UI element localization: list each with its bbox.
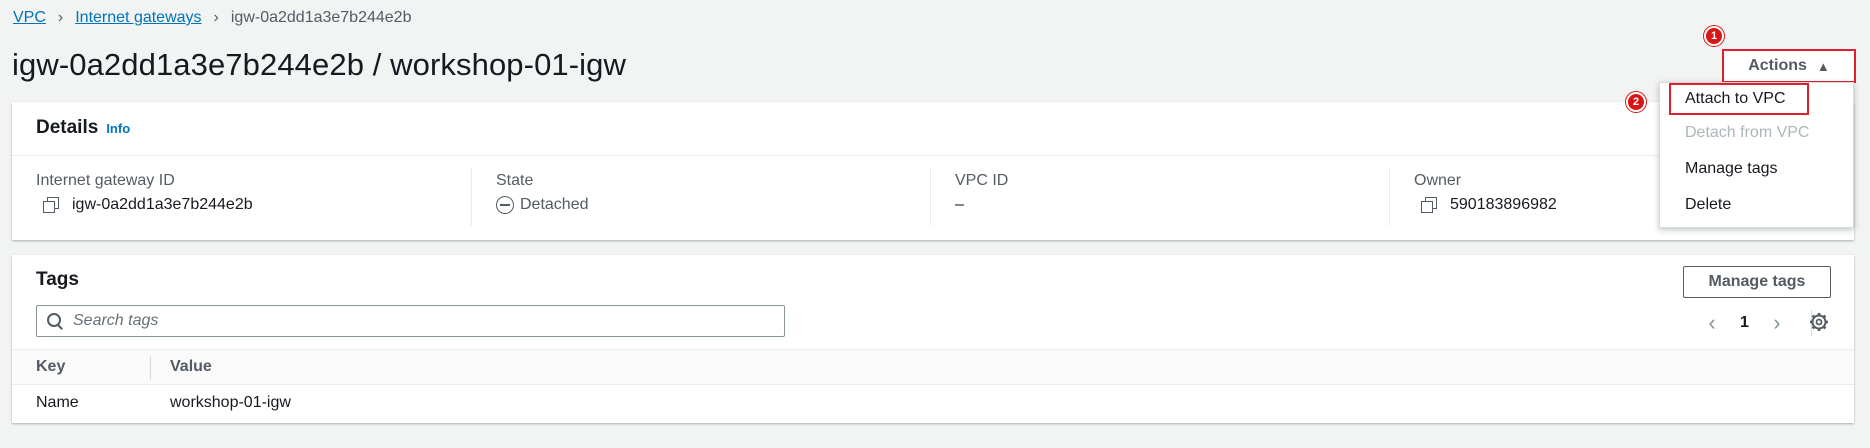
- tag-key-cell: Name: [36, 394, 79, 411]
- copy-icon[interactable]: [1420, 196, 1438, 214]
- gear-icon[interactable]: [1809, 312, 1829, 332]
- state-value: Detached: [520, 196, 589, 213]
- search-tags-input[interactable]: [71, 311, 751, 331]
- chevron-right-icon: ›: [57, 9, 64, 26]
- table-row: Name workshop-01-igw: [12, 385, 1854, 421]
- internet-gateway-id-value: igw-0a2dd1a3e7b244e2b: [72, 196, 253, 213]
- menu-item-manage-tags[interactable]: Manage tags: [1660, 153, 1853, 185]
- chevron-right-icon: ›: [213, 9, 219, 26]
- tags-panel: Tags Manage tags ‹ 1 › Key Value Name wo…: [12, 255, 1854, 423]
- field-internet-gateway-id: Internet gateway ID igw-0a2dd1a3e7b244e2…: [12, 168, 471, 226]
- annotation-marker-1: 1: [1704, 26, 1724, 46]
- annotation-marker-2: 2: [1626, 92, 1646, 112]
- actions-button[interactable]: Actions ▲: [1722, 49, 1856, 83]
- info-link[interactable]: Info: [106, 121, 130, 136]
- field-label: State: [496, 172, 534, 189]
- details-panel: Details Info Internet gateway ID igw-0a2…: [12, 102, 1854, 240]
- actions-button-label: Actions: [1748, 57, 1807, 74]
- tags-table-header: Key Value: [12, 349, 1854, 385]
- details-fields: Internet gateway ID igw-0a2dd1a3e7b244e2…: [12, 156, 1854, 226]
- menu-item-detach-from-vpc: Detach from VPC: [1685, 124, 1810, 141]
- search-tags-box: [36, 305, 785, 337]
- column-header-value[interactable]: Value: [170, 358, 212, 376]
- breadcrumb-vpc-link[interactable]: VPC: [13, 9, 46, 27]
- field-value: Detached: [496, 196, 906, 214]
- field-label: VPC ID: [955, 172, 1009, 189]
- page-title: igw-0a2dd1a3e7b244e2b / workshop-01-igw: [12, 47, 626, 82]
- field-label: Internet gateway ID: [36, 172, 175, 189]
- breadcrumb: VPC › Internet gateways › igw-0a2dd1a3e7…: [13, 9, 411, 27]
- menu-item-delete[interactable]: Delete: [1660, 189, 1853, 221]
- manage-tags-button[interactable]: Manage tags: [1683, 266, 1831, 298]
- vpc-id-value: –: [955, 196, 964, 213]
- search-icon: [47, 313, 63, 329]
- pagination: ‹ 1 ›: [1702, 310, 1812, 336]
- breadcrumb-internet-gateways-link[interactable]: Internet gateways: [75, 9, 201, 27]
- field-vpc-id: VPC ID –: [930, 168, 1389, 226]
- field-value: –: [955, 196, 1365, 214]
- owner-value: 590183896982: [1450, 196, 1557, 213]
- tags-title: Tags: [36, 269, 79, 290]
- chevron-left-icon[interactable]: ‹: [1702, 310, 1722, 336]
- chevron-right-icon[interactable]: ›: [1767, 310, 1787, 336]
- field-state: State Detached: [471, 168, 930, 226]
- minus-circle-icon: [496, 196, 514, 214]
- caret-up-icon: ▲: [1816, 58, 1830, 74]
- details-header: Details Info: [12, 102, 1854, 156]
- column-divider[interactable]: [150, 356, 151, 380]
- column-header-key[interactable]: Key: [36, 358, 65, 376]
- actions-dropdown-menu: Attach to VPC Detach from VPC Manage tag…: [1659, 82, 1854, 228]
- details-title: Details: [36, 117, 99, 138]
- page-number[interactable]: 1: [1740, 314, 1749, 332]
- breadcrumb-current: igw-0a2dd1a3e7b244e2b: [230, 9, 412, 26]
- field-value: igw-0a2dd1a3e7b244e2b: [36, 196, 447, 214]
- copy-icon[interactable]: [42, 196, 60, 214]
- tag-value-cell: workshop-01-igw: [170, 394, 291, 411]
- menu-item-attach-to-vpc[interactable]: Attach to VPC: [1669, 83, 1809, 115]
